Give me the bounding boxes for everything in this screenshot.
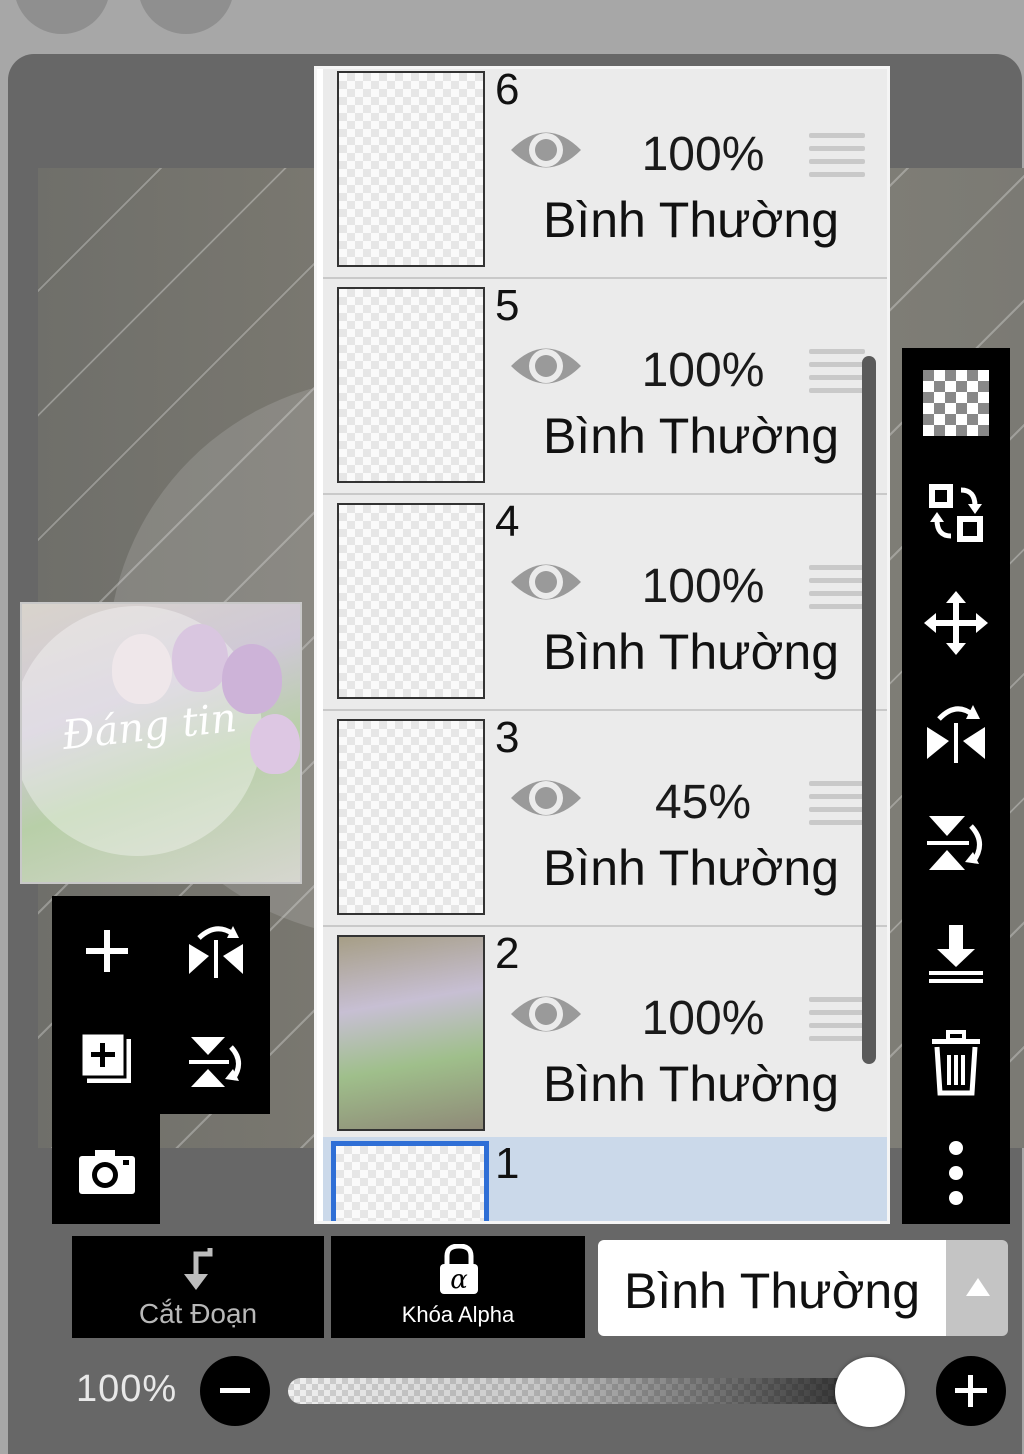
layer-blend-mode: Bình Thường: [542, 1056, 840, 1112]
layer-blend-mode: Bình Thường: [542, 408, 840, 464]
visibility-eye-icon[interactable]: [509, 339, 583, 393]
opacity-value-label: 100%: [76, 1368, 178, 1410]
layer-thumbnail: [337, 503, 485, 699]
layer-number: 6: [495, 66, 520, 114]
drag-handle-icon[interactable]: [809, 133, 865, 185]
drag-handle-icon[interactable]: [809, 349, 865, 401]
minus-icon: [220, 1388, 250, 1393]
top-toolbar-button[interactable]: [138, 0, 234, 34]
layer-number: 2: [495, 929, 520, 978]
alpha-lock-button[interactable]: α Khóa Alpha: [331, 1236, 585, 1338]
clipping-label: Cắt Đoạn: [138, 1298, 258, 1329]
svg-text:α: α: [450, 1265, 468, 1295]
flip-horizontal-icon[interactable]: [178, 916, 254, 986]
clipping-arrow-icon: [184, 1248, 213, 1290]
preview-flower: [112, 634, 172, 704]
layer-number: 1: [495, 1139, 520, 1188]
preview-flower: [172, 624, 228, 692]
increase-opacity-button[interactable]: [936, 1356, 1006, 1426]
layers-scrollbar[interactable]: [862, 356, 876, 1064]
canvas-preview: Đáng tin: [20, 602, 302, 884]
blend-mode-dropdown-button[interactable]: [946, 1240, 1008, 1336]
layer-row[interactable]: 5 100% Bình Thường: [323, 279, 887, 495]
layer-row[interactable]: 6 100% Bình Thường: [323, 66, 887, 279]
layer-thumbnail: [331, 1141, 489, 1221]
layer-number: 4: [495, 497, 520, 546]
layer-blend-mode: Bình Thường: [542, 624, 840, 680]
transparency-checker-icon[interactable]: [902, 348, 1010, 458]
move-icon[interactable]: [902, 568, 1010, 678]
right-toolbar: [902, 348, 1010, 1224]
layer-number: 5: [495, 281, 520, 330]
layer-row[interactable]: 2 100% Bình Thường: [323, 927, 887, 1143]
layer-thumbnail: [337, 71, 485, 267]
flip-horizontal-icon[interactable]: [902, 678, 1010, 788]
opacity-slider-track[interactable]: [288, 1378, 900, 1404]
swap-layers-icon[interactable]: [902, 458, 1010, 568]
layer-opacity: 100%: [641, 344, 765, 397]
more-options-icon[interactable]: [902, 1118, 1010, 1228]
merge-down-icon[interactable]: [902, 898, 1010, 1008]
visibility-eye-icon[interactable]: [509, 771, 583, 825]
layer-opacity: 100%: [641, 128, 765, 181]
clipping-button[interactable]: Cắt Đoạn: [72, 1236, 324, 1338]
blend-mode-select[interactable]: Bình Thường: [598, 1240, 946, 1336]
visibility-eye-icon[interactable]: [509, 987, 583, 1041]
blend-mode-value: Bình Thường: [623, 1263, 921, 1319]
layer-row[interactable]: 1: [323, 1137, 887, 1221]
duplicate-layer-icon[interactable]: [72, 1024, 142, 1094]
layer-opacity: 100%: [641, 560, 765, 613]
layer-number: 3: [495, 713, 520, 762]
layer-blend-mode: Bình Thường: [542, 840, 840, 896]
preview-flower: [250, 714, 300, 774]
trash-icon[interactable]: [902, 1008, 1010, 1118]
opacity-slider-knob[interactable]: [835, 1357, 905, 1427]
drag-handle-icon[interactable]: [809, 997, 865, 1049]
layer-opacity: 100%: [641, 992, 765, 1045]
decrease-opacity-button[interactable]: [200, 1356, 270, 1426]
triangle-up-icon: [966, 1278, 990, 1296]
drag-handle-icon[interactable]: [809, 781, 865, 833]
drag-handle-icon[interactable]: [809, 565, 865, 617]
layer-row[interactable]: 4 100% Bình Thường: [323, 495, 887, 711]
add-layer-icon[interactable]: [72, 916, 142, 986]
flip-vertical-icon[interactable]: [902, 788, 1010, 898]
left-tool-panel-lower: [52, 1114, 160, 1224]
visibility-eye-icon[interactable]: [509, 123, 583, 177]
layer-row[interactable]: 3 45% Bình Thường: [323, 711, 887, 927]
camera-icon[interactable]: [72, 1136, 142, 1206]
layer-thumbnail: [337, 287, 485, 483]
alpha-lock-label: Khóa Alpha: [401, 1302, 515, 1327]
layer-thumbnail: [337, 719, 485, 915]
layer-thumbnail: [337, 935, 485, 1131]
plus-icon: [955, 1375, 987, 1407]
layer-opacity: 45%: [654, 776, 752, 829]
layers-list[interactable]: 6 100% Bình Thường 5 100% Bình Thường 4 100% Bìn…: [314, 66, 890, 1224]
top-toolbar-button[interactable]: [14, 0, 110, 34]
left-tool-panel: [52, 896, 270, 1114]
lock-icon: α: [440, 1244, 478, 1295]
visibility-eye-icon[interactable]: [509, 555, 583, 609]
layer-blend-mode: Bình Thường: [542, 192, 840, 248]
flip-vertical-icon[interactable]: [178, 1024, 254, 1100]
